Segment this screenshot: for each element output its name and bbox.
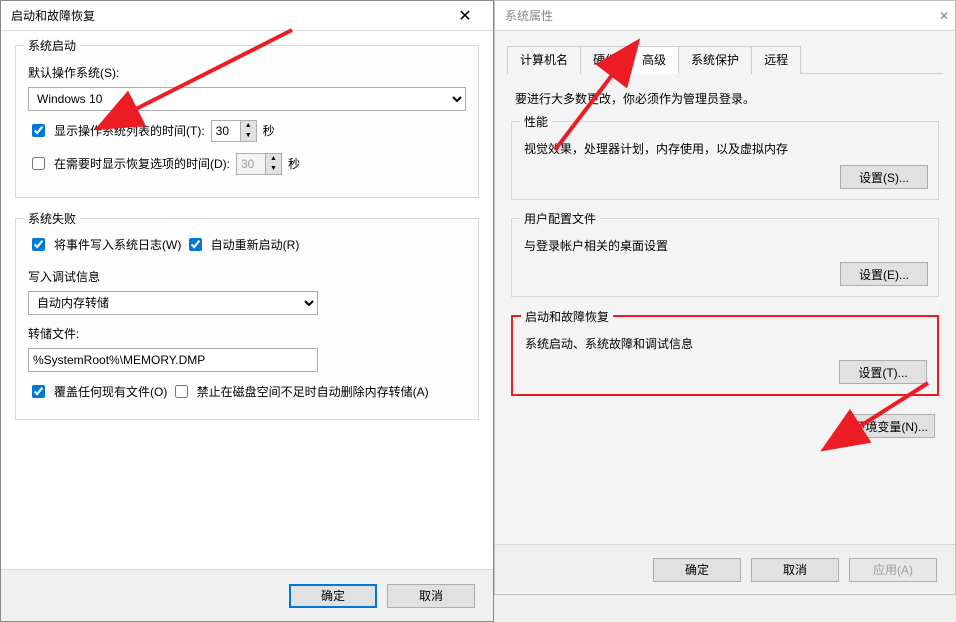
user-profiles-desc: 与登录帐户相关的桌面设置 bbox=[524, 237, 926, 254]
write-log-label: 将事件写入系统日志(W) bbox=[54, 236, 181, 253]
default-os-label: 默认操作系统(S): bbox=[28, 64, 119, 81]
overwrite-input[interactable] bbox=[32, 385, 45, 398]
default-os-select[interactable]: Windows 10 bbox=[28, 87, 466, 111]
write-log-input[interactable] bbox=[32, 238, 45, 251]
auto-restart-input[interactable] bbox=[189, 238, 202, 251]
apply-button: 应用(A) bbox=[849, 558, 937, 582]
close-icon[interactable]: ✕ bbox=[443, 2, 487, 30]
show-recovery-spinner: ▲▼ bbox=[236, 153, 282, 175]
system-properties-dialog: 系统属性 ✕ 计算机名 硬件 高级 系统保护 远程 要进行大多数更改，你必须作为… bbox=[494, 0, 956, 595]
show-os-list-input[interactable] bbox=[32, 124, 45, 137]
ok-button[interactable]: 确定 bbox=[289, 584, 377, 608]
titlebar: 启动和故障恢复 ✕ bbox=[1, 1, 493, 31]
group-system-failure: 系统失败 将事件写入系统日志(W) 自动重新启动(R) 写入调试信息 自动内存转… bbox=[15, 218, 479, 420]
spin-up-icon: ▲ bbox=[266, 154, 281, 164]
group-legend: 系统失败 bbox=[24, 210, 80, 227]
dialog-title: 启动和故障恢复 bbox=[11, 7, 443, 24]
group-startup-recovery: 启动和故障恢复 系统启动、系统故障和调试信息 设置(T)... bbox=[511, 315, 939, 396]
dialog-title: 系统属性 bbox=[505, 7, 939, 24]
tab-remote[interactable]: 远程 bbox=[751, 46, 801, 74]
close-icon[interactable]: ✕ bbox=[939, 9, 949, 23]
show-os-list-value[interactable] bbox=[212, 121, 240, 141]
show-recovery-label: 在需要时显示恢复选项的时间(D): bbox=[54, 155, 230, 172]
group-legend: 系统启动 bbox=[24, 37, 80, 54]
group-legend: 用户配置文件 bbox=[520, 210, 600, 227]
tab-advanced[interactable]: 高级 bbox=[629, 46, 679, 74]
performance-desc: 视觉效果，处理器计划，内存使用，以及虚拟内存 bbox=[524, 140, 926, 157]
debug-heading: 写入调试信息 bbox=[28, 268, 466, 285]
dump-file-input[interactable] bbox=[28, 348, 318, 372]
startup-recovery-dialog: 启动和故障恢复 ✕ 系统启动 默认操作系统(S): Windows 10 显示操… bbox=[0, 0, 494, 622]
dump-type-select[interactable]: 自动内存转储 bbox=[28, 291, 318, 315]
dump-file-label: 转储文件: bbox=[28, 325, 466, 342]
write-log-checkbox[interactable]: 将事件写入系统日志(W) bbox=[28, 235, 181, 254]
group-performance: 性能 视觉效果，处理器计划，内存使用，以及虚拟内存 设置(S)... bbox=[511, 121, 939, 200]
no-dump-low-space-checkbox[interactable]: 禁止在磁盘空间不足时自动删除内存转储(A) bbox=[171, 382, 429, 401]
show-recovery-value bbox=[237, 154, 265, 174]
seconds-suffix: 秒 bbox=[263, 122, 275, 139]
show-os-list-spinner[interactable]: ▲▼ bbox=[211, 120, 257, 142]
spin-down-icon: ▼ bbox=[266, 164, 281, 174]
seconds-suffix: 秒 bbox=[288, 155, 300, 172]
dialog-body: 系统启动 默认操作系统(S): Windows 10 显示操作系统列表的时间(T… bbox=[1, 31, 493, 571]
no-dump-low-space-input[interactable] bbox=[175, 385, 188, 398]
dialog-buttons: 确定 取消 bbox=[1, 569, 493, 621]
titlebar: 系统属性 ✕ bbox=[495, 1, 955, 31]
auto-restart-checkbox[interactable]: 自动重新启动(R) bbox=[185, 235, 300, 254]
group-user-profiles: 用户配置文件 与登录帐户相关的桌面设置 设置(E)... bbox=[511, 218, 939, 297]
spin-down-icon[interactable]: ▼ bbox=[241, 131, 256, 141]
dialog-body: 计算机名 硬件 高级 系统保护 远程 要进行大多数更改，你必须作为管理员登录。 … bbox=[495, 31, 955, 544]
dialog-buttons: 确定 取消 应用(A) bbox=[495, 544, 955, 594]
startup-recovery-desc: 系统启动、系统故障和调试信息 bbox=[525, 335, 925, 352]
cancel-button[interactable]: 取消 bbox=[751, 558, 839, 582]
admin-note: 要进行大多数更改，你必须作为管理员登录。 bbox=[515, 90, 935, 107]
group-legend: 启动和故障恢复 bbox=[521, 308, 613, 325]
startup-recovery-settings-button[interactable]: 设置(T)... bbox=[839, 360, 927, 384]
overwrite-label: 覆盖任何现有文件(O) bbox=[54, 383, 167, 400]
cancel-button[interactable]: 取消 bbox=[387, 584, 475, 608]
environment-variables-button[interactable]: 环境变量(N)... bbox=[846, 414, 935, 438]
show-os-list-checkbox[interactable]: 显示操作系统列表的时间(T): bbox=[28, 121, 205, 140]
auto-restart-label: 自动重新启动(R) bbox=[211, 236, 300, 253]
tab-computer-name[interactable]: 计算机名 bbox=[507, 46, 581, 74]
tab-system-protection[interactable]: 系统保护 bbox=[678, 46, 752, 74]
tab-hardware[interactable]: 硬件 bbox=[580, 46, 630, 74]
show-recovery-input[interactable] bbox=[32, 157, 45, 170]
show-recovery-checkbox[interactable]: 在需要时显示恢复选项的时间(D): bbox=[28, 154, 230, 173]
group-legend: 性能 bbox=[520, 113, 552, 130]
tab-bar: 计算机名 硬件 高级 系统保护 远程 bbox=[507, 45, 943, 74]
performance-settings-button[interactable]: 设置(S)... bbox=[840, 165, 928, 189]
overwrite-checkbox[interactable]: 覆盖任何现有文件(O) bbox=[28, 382, 167, 401]
show-os-list-label: 显示操作系统列表的时间(T): bbox=[54, 122, 205, 139]
user-profiles-settings-button[interactable]: 设置(E)... bbox=[840, 262, 928, 286]
spin-up-icon[interactable]: ▲ bbox=[241, 121, 256, 131]
group-system-startup: 系统启动 默认操作系统(S): Windows 10 显示操作系统列表的时间(T… bbox=[15, 45, 479, 198]
ok-button[interactable]: 确定 bbox=[653, 558, 741, 582]
no-dump-low-space-label: 禁止在磁盘空间不足时自动删除内存转储(A) bbox=[197, 383, 429, 400]
